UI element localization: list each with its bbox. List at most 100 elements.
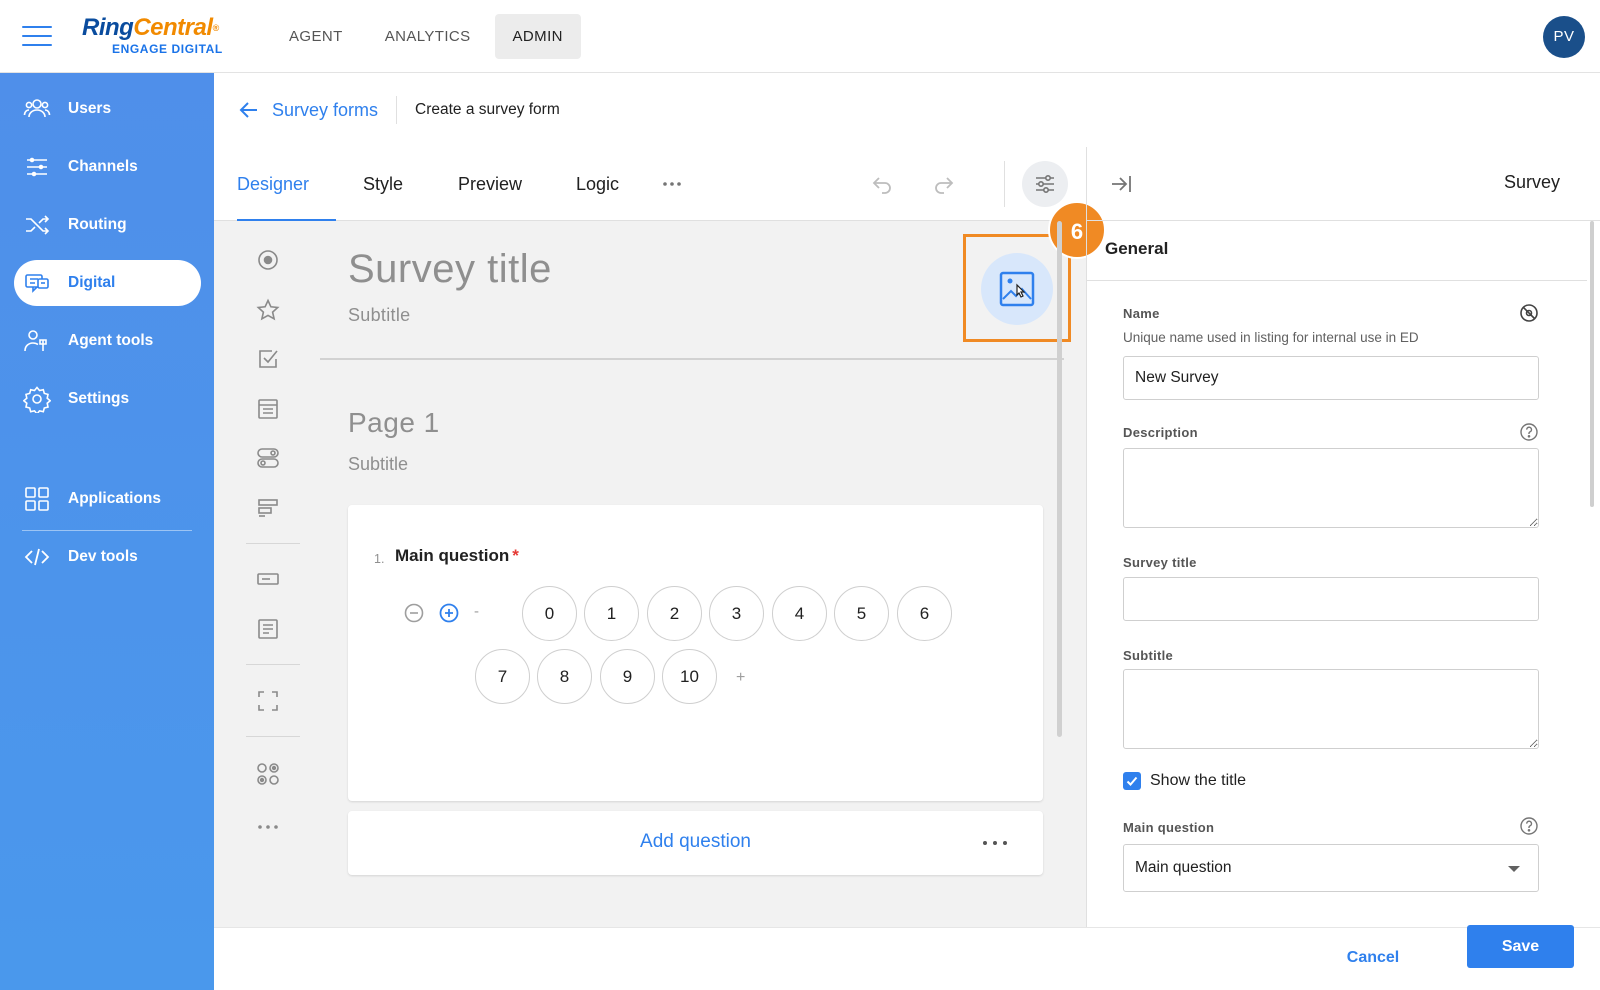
sidebar-item-applications[interactable]: Applications [14,476,201,522]
page-subtitle[interactable]: Subtitle [348,454,408,475]
remove-rate-icon[interactable] [403,602,425,624]
canvas-scrollbar[interactable] [1057,221,1062,737]
designer-tabs-bar: Designer Style Preview Logic [214,147,1086,221]
main-question-label: Main question [1123,820,1215,835]
sidebar-item-label: Digital [68,274,116,291]
name-label: Name [1123,306,1160,321]
page-title[interactable]: Page 1 [348,407,440,439]
nav-analytics[interactable]: ANALYTICS [367,14,489,59]
rate-item-8[interactable]: 8 [537,649,592,704]
rate-item-3[interactable]: 3 [709,586,764,641]
sidebar-item-label: Dev tools [68,548,138,565]
rate-item-9[interactable]: 9 [600,649,655,704]
tab-style[interactable]: Style [363,147,403,221]
sidebar-item-channels[interactable]: Channels [14,144,201,190]
tool-more[interactable] [244,811,292,851]
breadcrumb-survey-forms-link[interactable]: Survey forms [272,100,378,121]
tab-preview[interactable]: Preview [458,147,522,221]
subtitle-field[interactable] [1123,669,1539,749]
save-button[interactable]: Save [1467,925,1574,968]
rate-item-1[interactable]: 1 [584,586,639,641]
tool-single-line-text[interactable] [244,559,292,599]
dropdown-list-icon [258,399,278,419]
show-title-label: Show the title [1150,772,1247,789]
help-icon[interactable] [1518,421,1540,443]
show-title-checkbox[interactable]: Show the title [1123,772,1246,790]
panel-scrollbar[interactable] [1590,221,1594,507]
more-horizontal-icon[interactable] [660,172,684,196]
max-rate-text[interactable]: + [736,669,745,687]
add-logo-button[interactable] [981,253,1053,325]
image-icon [999,271,1035,307]
gear-icon [23,386,51,413]
help-icon[interactable] [1518,815,1540,837]
toolbox-divider [246,736,300,737]
tool-dropdown[interactable] [244,389,292,429]
sidebar-item-agent-tools[interactable]: Agent tools [14,318,201,364]
question-card[interactable]: 1. Main question * - 0 1 2 3 4 5 6 7 8 9 … [348,505,1043,801]
rate-item-2[interactable]: 2 [647,586,702,641]
top-bar: RingCentral® ENGAGE DIGITAL AGENT ANALYT… [0,0,1600,73]
survey-title[interactable]: Survey title [348,247,552,292]
footer: Cancel Save [214,925,1600,990]
tab-logic[interactable]: Logic [576,147,619,221]
section-general[interactable]: General [1087,221,1587,281]
avatar[interactable]: PV [1543,16,1585,58]
more-horizontal-icon [258,825,278,829]
undo-icon[interactable] [870,172,894,196]
code-icon [24,548,50,566]
rate-item-10[interactable]: 10 [662,649,717,704]
top-nav: AGENT ANALYTICS ADMIN [271,14,587,59]
tool-boolean[interactable] [244,438,292,478]
toolbar-separator [1004,161,1005,207]
tool-rating[interactable] [244,290,292,330]
users-icon [23,99,51,118]
cancel-button[interactable]: Cancel [1326,938,1420,978]
question-title[interactable]: Main question * [395,546,519,566]
rate-item-0[interactable]: 0 [522,586,577,641]
chevron-down-icon [1508,866,1520,872]
toolbox-divider [246,664,300,665]
sidebar-item-dev-tools[interactable]: Dev tools [14,534,201,580]
rate-item-6[interactable]: 6 [897,586,952,641]
tool-panel[interactable] [244,681,292,721]
tool-radio[interactable] [244,240,292,280]
visibility-off-icon[interactable] [1518,302,1540,324]
survey-subtitle[interactable]: Subtitle [348,305,410,326]
redo-icon[interactable] [932,172,956,196]
menu-icon[interactable] [22,26,52,48]
sidebar-item-settings[interactable]: Settings [14,376,201,422]
sidebar-item-routing[interactable]: Routing [14,202,201,248]
breadcrumb-current: Create a survey form [415,101,560,118]
channels-icon [27,157,47,177]
tool-image-picker[interactable] [244,753,292,793]
rate-item-4[interactable]: 4 [772,586,827,641]
nav-agent[interactable]: AGENT [271,14,361,59]
tool-comment[interactable] [244,609,292,649]
nav-admin[interactable]: ADMIN [494,14,581,59]
sidebar-item-digital[interactable]: Digital [14,260,201,306]
rate-item-7[interactable]: 7 [475,649,530,704]
settings-sliders-icon [1036,174,1054,194]
survey-title-field[interactable] [1123,577,1539,621]
add-rate-icon[interactable] [438,602,460,624]
sidebar-item-label: Channels [68,158,138,175]
tool-checkbox[interactable] [244,339,292,379]
settings-sliders-button[interactable] [1022,161,1068,207]
min-rate-text[interactable]: - [474,603,479,620]
tool-ranking[interactable] [244,488,292,528]
sidebar-item-users[interactable]: Users [14,86,201,132]
rate-item-5[interactable]: 5 [834,586,889,641]
checkbox-checked-icon [1123,772,1141,790]
description-field[interactable] [1123,448,1539,528]
more-horizontal-icon[interactable] [980,831,1010,855]
main-question-select[interactable]: Main question [1123,844,1539,892]
back-arrow-icon[interactable] [238,99,260,121]
image-picker-icon [257,763,279,785]
panel-title: Survey [1503,172,1560,192]
add-question-button[interactable]: Add question [348,831,1043,853]
collapse-panel-icon[interactable] [1109,172,1133,196]
name-field[interactable] [1123,356,1539,400]
sidebar-item-label: Routing [68,216,127,233]
tab-designer[interactable]: Designer [237,147,336,221]
